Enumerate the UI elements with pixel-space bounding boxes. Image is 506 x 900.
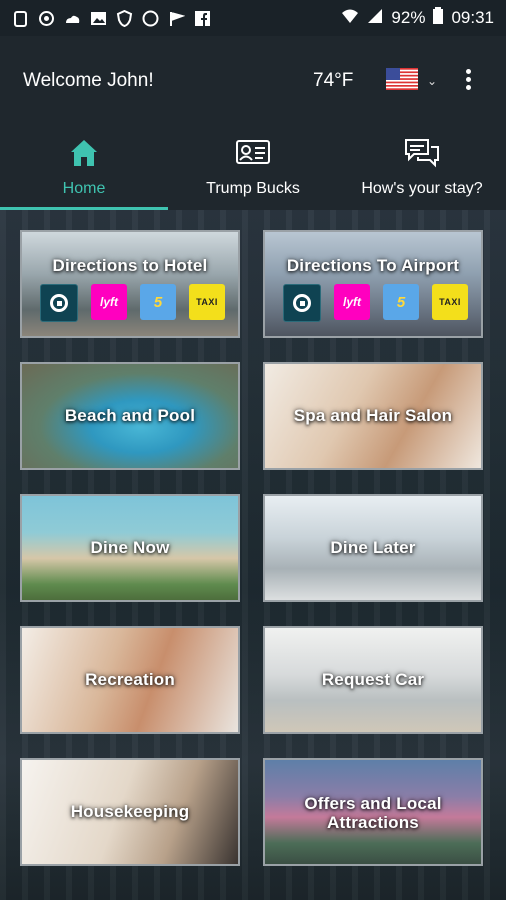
chat-bubbles-icon — [405, 139, 439, 168]
tile-label: Dine Now — [90, 538, 170, 557]
wifi-icon — [341, 8, 359, 29]
tab-hows-your-stay-label: How's your stay? — [361, 180, 483, 197]
overflow-menu-icon[interactable] — [458, 66, 478, 94]
tab-trump-bucks-label: Trump Bucks — [206, 180, 300, 197]
clock: 09:31 — [451, 8, 494, 27]
tab-home[interactable]: Home — [0, 126, 168, 210]
tile-label-line2: Attractions — [327, 813, 419, 832]
tile-label: Request Car — [321, 670, 425, 689]
tile-label: Beach and Pool — [64, 406, 196, 425]
tile-label: Housekeeping — [70, 802, 190, 821]
tile-label: Directions to Hotel — [52, 256, 208, 275]
tile-spa-and-hair-salon[interactable]: Spa and Hair Salon — [263, 362, 483, 470]
ride-options: lyft 5 TAXI — [283, 284, 468, 322]
fives-icon[interactable]: 5 — [383, 284, 419, 320]
tile-label-line1: Offers and Local — [304, 794, 442, 813]
lyft-icon[interactable]: lyft — [91, 284, 127, 320]
lyft-icon[interactable]: lyft — [334, 284, 370, 320]
tile-label: Directions To Airport — [286, 256, 460, 275]
uber-icon[interactable] — [283, 284, 321, 322]
id-card-icon — [236, 140, 270, 164]
status-bar: 92% 09:31 — [0, 0, 506, 36]
welcome-text: Welcome John! — [23, 70, 154, 91]
gallery-icon — [90, 10, 107, 27]
tile-housekeeping[interactable]: Housekeeping — [20, 758, 240, 866]
temperature: 74°F — [313, 70, 354, 91]
tile-directions-to-hotel[interactable]: Directions to Hotel lyft 5 TAXI — [20, 230, 240, 338]
facebook-icon — [194, 10, 211, 27]
tile-beach-and-pool[interactable]: Beach and Pool — [20, 362, 240, 470]
taxi-icon[interactable]: TAXI — [432, 284, 468, 320]
sync-icon — [38, 10, 55, 27]
tab-trump-bucks[interactable]: Trump Bucks — [168, 126, 338, 210]
tile-directions-to-airport[interactable]: Directions To Airport lyft 5 TAXI — [263, 230, 483, 338]
taxi-icon[interactable]: TAXI — [189, 284, 225, 320]
tile-label: Recreation — [85, 670, 175, 689]
shield-icon — [116, 9, 133, 27]
uber-icon[interactable] — [40, 284, 78, 322]
tile-label: Offers and Local Attractions — [265, 794, 481, 832]
us-flag-icon[interactable] — [386, 68, 418, 90]
ride-options: lyft 5 TAXI — [40, 284, 225, 322]
weather-icon — [64, 10, 81, 27]
tile-recreation[interactable]: Recreation — [20, 626, 240, 734]
tile-label: Spa and Hair Salon — [293, 406, 453, 425]
tile-dine-later[interactable]: Dine Later — [263, 494, 483, 602]
tile-offers-and-local-attractions[interactable]: Offers and Local Attractions — [263, 758, 483, 866]
signal-icon — [367, 8, 383, 29]
tab-home-label: Home — [62, 180, 106, 197]
whatsapp-icon — [142, 10, 159, 27]
tile-request-car[interactable]: Request Car — [263, 626, 483, 734]
home-icon — [71, 140, 97, 166]
chevron-down-icon[interactable]: ⌄ — [427, 74, 437, 88]
clipboard-icon — [12, 10, 29, 27]
tab-hows-your-stay[interactable]: How's your stay? — [338, 126, 506, 210]
battery-icon — [433, 7, 444, 29]
tab-bar: Home Trump Bucks How's your stay? — [0, 126, 506, 210]
flag-notification-icon — [168, 10, 186, 27]
fives-icon[interactable]: 5 — [140, 284, 176, 320]
tile-dine-now[interactable]: Dine Now — [20, 494, 240, 602]
battery-text: 92% — [391, 8, 426, 27]
app-header: Welcome John! 74°F ⌄ — [0, 36, 506, 126]
tile-label: Dine Later — [330, 538, 416, 557]
